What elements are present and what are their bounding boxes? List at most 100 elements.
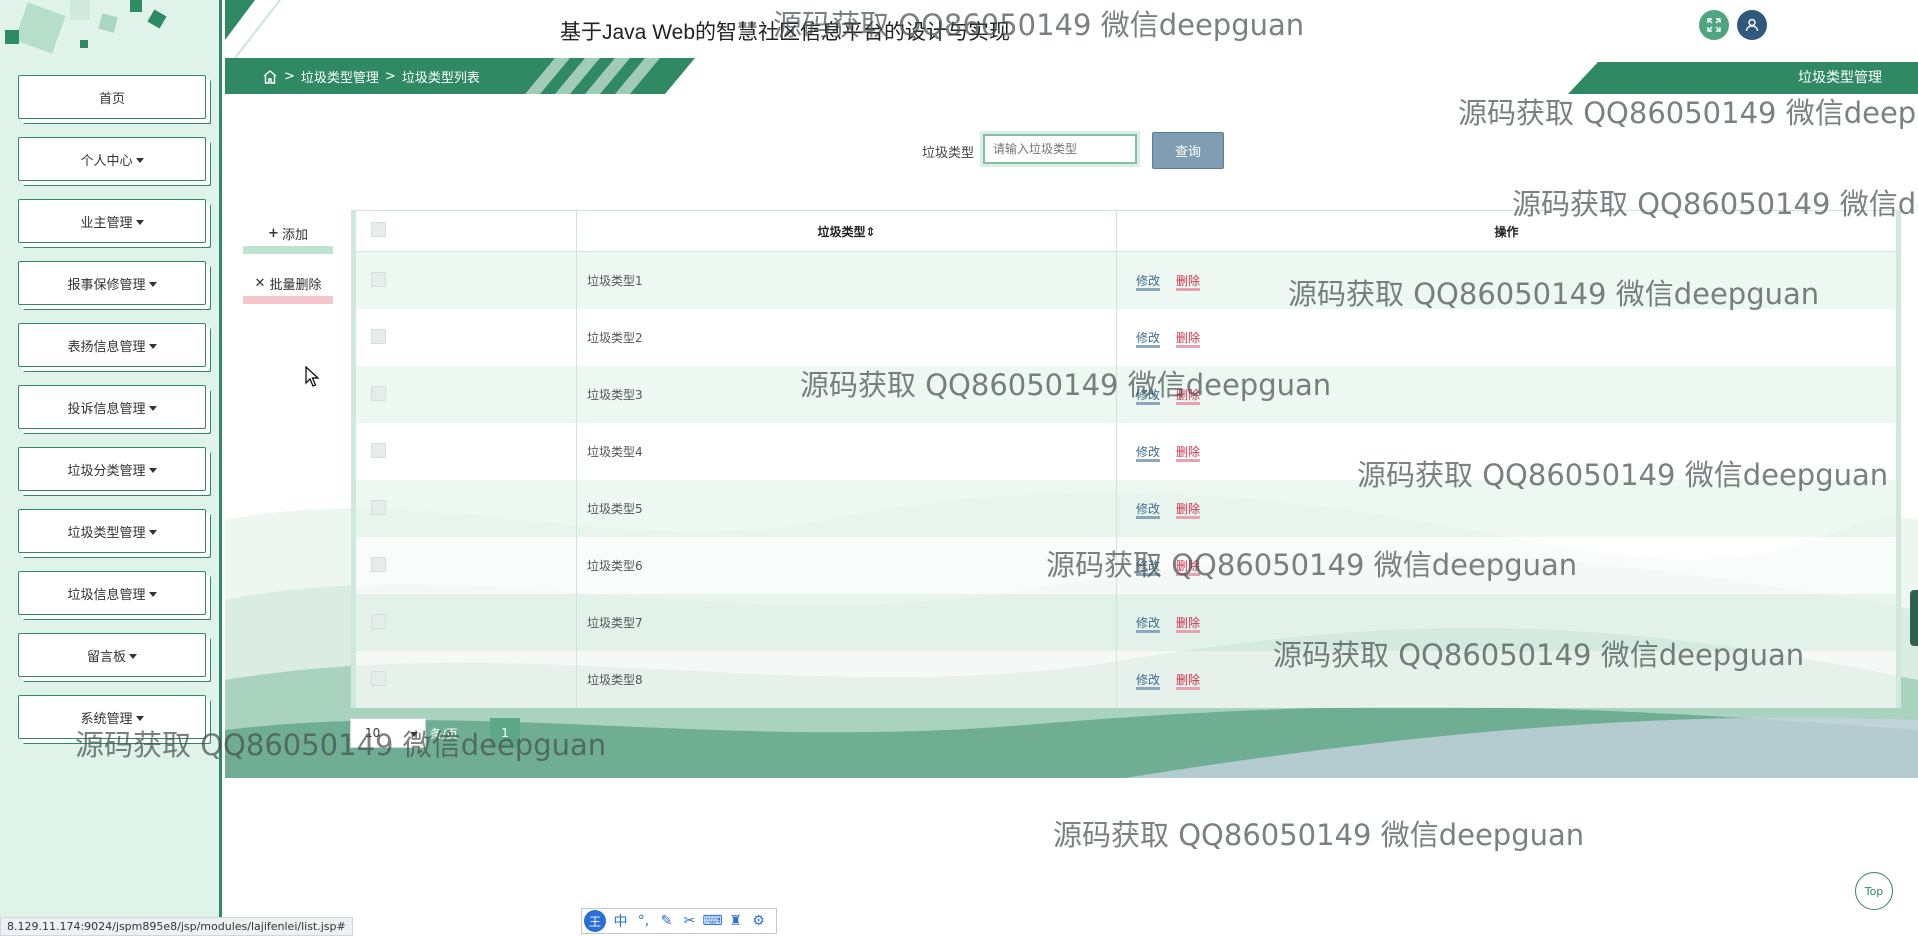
- sidebar-item[interactable]: 垃圾类型管理: [18, 509, 206, 553]
- sidebar-item[interactable]: 投诉信息管理: [18, 385, 206, 429]
- breadcrumb-separator: >: [384, 69, 396, 84]
- edit-button[interactable]: 修改: [1136, 502, 1161, 519]
- batch-delete-label: 批量删除: [269, 277, 322, 293]
- row-checkbox[interactable]: [371, 271, 386, 287]
- delete-button[interactable]: 删除: [1176, 388, 1201, 405]
- chevron-down-icon: [135, 157, 144, 163]
- user-button[interactable]: [1737, 10, 1767, 40]
- expand-icon: [1707, 18, 1721, 32]
- row-ops: 修改 删除: [1116, 309, 1899, 366]
- search-button[interactable]: 查询: [1152, 132, 1224, 169]
- delete-button[interactable]: 删除: [1176, 616, 1201, 633]
- breadcrumb: > 垃圾类型管理 > 垃圾类型列表: [262, 67, 480, 86]
- row-checkbox[interactable]: [371, 442, 386, 458]
- ime-logo-icon[interactable]: 王: [584, 910, 606, 932]
- delete-button[interactable]: 删除: [1176, 445, 1201, 462]
- row-ops: 修改 删除: [1116, 480, 1899, 537]
- row-type: 垃圾类型1: [576, 251, 1117, 309]
- row-checkbox[interactable]: [371, 328, 386, 344]
- ime-skin-icon[interactable]: ♜: [727, 913, 744, 929]
- select-all-checkbox[interactable]: [371, 222, 386, 237]
- search-label: 垃圾类型: [922, 146, 975, 161]
- row-select-cell: [353, 309, 577, 366]
- table-row: 垃圾类型1 修改 删除: [353, 251, 1899, 309]
- back-to-top-button[interactable]: Top: [1855, 872, 1893, 910]
- sidebar-item[interactable]: 表扬信息管理: [18, 323, 206, 367]
- row-select-cell: [353, 366, 577, 423]
- sidebar-item-label: 表扬信息管理: [67, 339, 146, 355]
- row-checkbox[interactable]: [371, 385, 386, 401]
- row-ops: 修改 删除: [1116, 651, 1899, 708]
- delete-button[interactable]: 删除: [1176, 559, 1201, 576]
- page-number-current[interactable]: 1: [490, 718, 520, 748]
- row-ops: 修改 删除: [1116, 423, 1899, 480]
- row-checkbox[interactable]: [371, 613, 386, 629]
- chevron-down-icon: [148, 467, 157, 473]
- delete-button[interactable]: 删除: [1176, 274, 1201, 291]
- ime-punctuation-icon[interactable]: °,: [635, 913, 652, 929]
- sidebar-item[interactable]: 首页: [18, 75, 206, 119]
- sidebar-item[interactable]: 系统管理: [18, 695, 206, 739]
- add-label: 添加: [281, 227, 308, 243]
- column-header-type[interactable]: 垃圾类型⇕: [576, 210, 1117, 252]
- home-icon[interactable]: [262, 69, 278, 84]
- table-row: 垃圾类型7 修改 删除: [353, 594, 1899, 651]
- sidebar-item[interactable]: 个人中心: [18, 137, 206, 181]
- row-type: 垃圾类型8: [576, 651, 1117, 708]
- row-checkbox[interactable]: [371, 670, 386, 686]
- row-checkbox[interactable]: [371, 499, 386, 515]
- plus-icon: +: [268, 225, 279, 241]
- sidebar-item-label: 首页: [98, 91, 125, 107]
- table-row: 垃圾类型5 修改 删除: [353, 480, 1899, 537]
- data-table: 垃圾类型⇕ 操作 垃圾类型1 修改 删除 垃圾类型2 修改 删除 垃圾类型3 修改 删除 垃圾类型…: [351, 210, 1901, 708]
- column-header-type-label: 垃圾类型: [817, 224, 866, 239]
- table-row: 垃圾类型6 修改 删除: [353, 537, 1899, 594]
- ime-language-icon[interactable]: 中: [612, 911, 629, 931]
- delete-button[interactable]: 删除: [1176, 331, 1201, 348]
- close-icon: ✕: [254, 275, 266, 291]
- row-select-cell: [353, 594, 577, 651]
- edit-button[interactable]: 修改: [1136, 388, 1161, 405]
- sidebar-item-label: 系统管理: [80, 711, 133, 727]
- breadcrumb-level1[interactable]: 垃圾类型管理: [301, 67, 379, 86]
- sidebar-item[interactable]: 业主管理: [18, 199, 206, 243]
- sidebar-item[interactable]: 垃圾分类管理: [18, 447, 206, 491]
- sidebar: 首页个人中心业主管理报事保修管理 表扬信息管理投诉信息管理 垃圾分类管理 垃圾类型管理…: [0, 0, 222, 936]
- row-select-cell: [353, 423, 577, 480]
- page-size-value: 10: [365, 726, 381, 740]
- sidebar-item[interactable]: 留言板: [18, 633, 206, 677]
- ime-scissors-icon[interactable]: ✂: [681, 913, 698, 929]
- delete-button[interactable]: 删除: [1176, 502, 1201, 519]
- side-float-tab[interactable]: [1910, 590, 1918, 646]
- ime-settings-icon[interactable]: ⚙: [750, 913, 767, 929]
- ime-pen-icon[interactable]: ✎: [658, 913, 675, 929]
- table-header-row: 垃圾类型⇕ 操作: [353, 210, 1899, 252]
- sidebar-item-label: 报事保修管理: [67, 277, 146, 293]
- sidebar-decoration: [5, 0, 167, 54]
- row-select-cell: [353, 251, 577, 309]
- row-type: 垃圾类型6: [576, 537, 1117, 594]
- ime-keyboard-icon[interactable]: ⌨: [702, 913, 722, 929]
- edit-button[interactable]: 修改: [1136, 559, 1161, 576]
- page-size-select[interactable]: 10: [350, 718, 426, 748]
- batch-delete-button[interactable]: ✕ 批量删除: [243, 270, 333, 304]
- add-button[interactable]: + 添加: [243, 220, 333, 254]
- edit-button[interactable]: 修改: [1136, 274, 1161, 291]
- edit-button[interactable]: 修改: [1136, 673, 1161, 690]
- row-checkbox[interactable]: [371, 556, 386, 572]
- row-type: 垃圾类型2: [576, 309, 1117, 366]
- edit-button[interactable]: 修改: [1136, 445, 1161, 462]
- fullscreen-button[interactable]: [1699, 10, 1729, 40]
- user-icon: [1745, 18, 1759, 32]
- row-ops: 修改 删除: [1116, 366, 1899, 423]
- row-type: 垃圾类型7: [576, 594, 1117, 651]
- edit-button[interactable]: 修改: [1136, 616, 1161, 633]
- delete-button[interactable]: 删除: [1176, 673, 1201, 690]
- chevron-down-icon: [148, 405, 157, 411]
- chevron-down-icon: [135, 715, 144, 721]
- search-input[interactable]: [980, 131, 1140, 167]
- sidebar-item[interactable]: 垃圾信息管理: [18, 571, 206, 615]
- sidebar-item[interactable]: 报事保修管理: [18, 261, 206, 305]
- row-type: 垃圾类型3: [576, 366, 1117, 423]
- edit-button[interactable]: 修改: [1136, 331, 1161, 348]
